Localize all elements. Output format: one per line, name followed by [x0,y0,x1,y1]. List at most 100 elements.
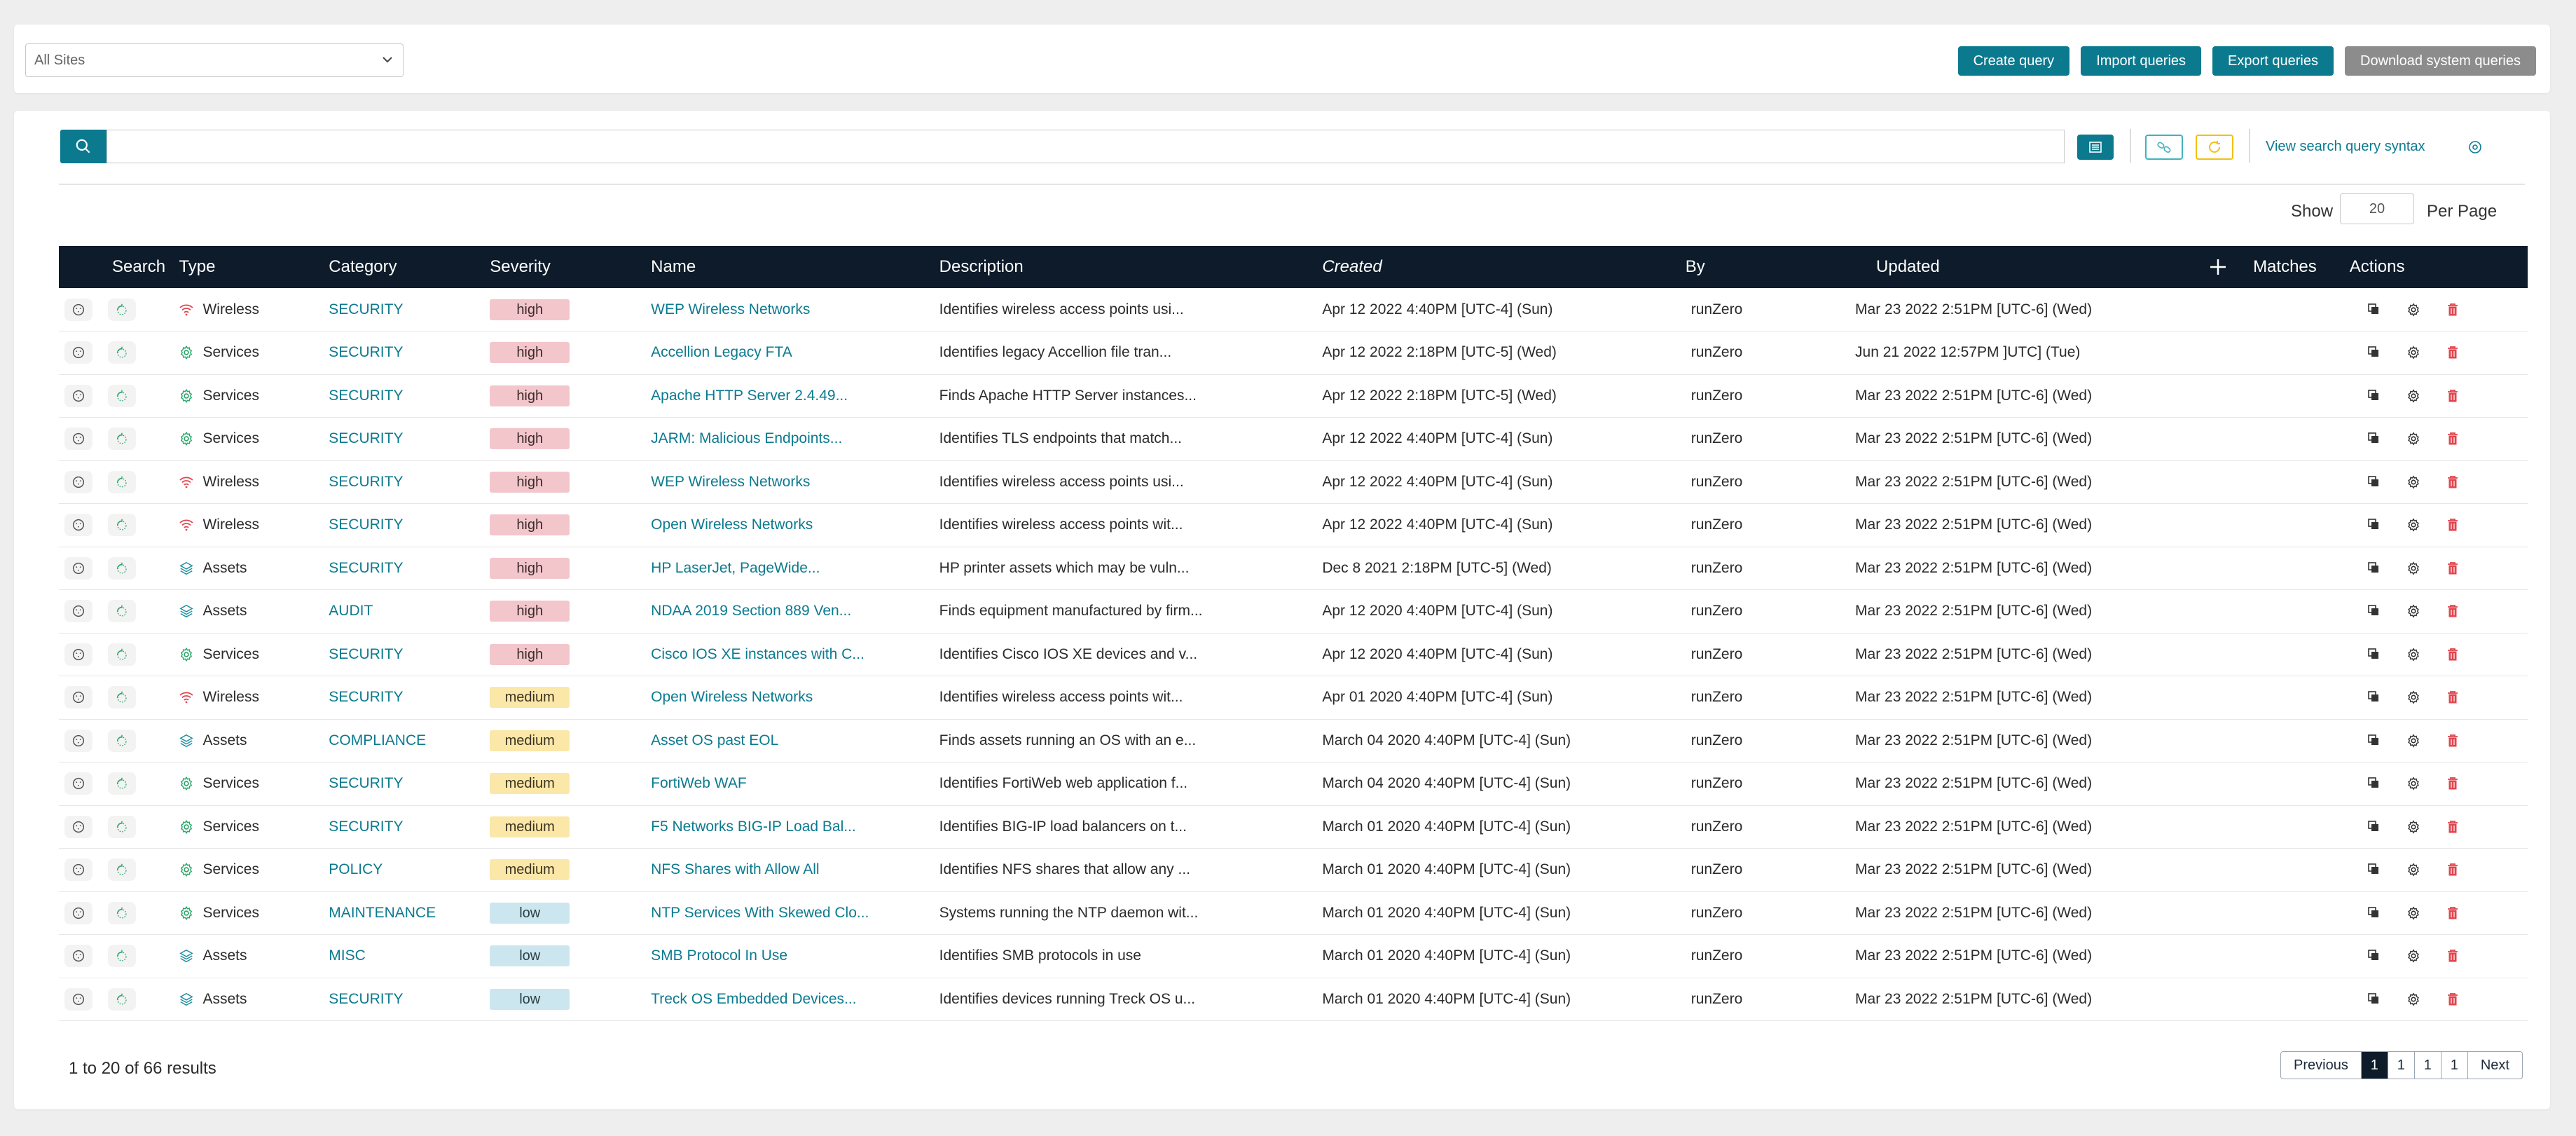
delete-icon[interactable] [2446,905,2459,921]
category-link[interactable]: SECURITY [329,689,403,705]
table-row[interactable]: Wireless SECURITY high Open Wireless Networ… [59,504,2528,547]
category-link[interactable]: SECURITY [329,560,403,576]
query-name-link[interactable]: Apache HTTP Server 2.4.49... [651,388,848,404]
per-page-input[interactable] [2340,193,2414,224]
table-row[interactable]: Wireless SECURITY high WEP Wireless Network… [59,460,2528,504]
alert-icon[interactable] [108,556,136,580]
copy-icon[interactable] [2367,948,2381,964]
query-name-link[interactable]: NDAA 2019 Section 889 Ven... [651,603,851,619]
page-button[interactable]: 1 [2415,1052,2441,1079]
category-link[interactable]: SECURITY [329,516,403,533]
category-link[interactable]: POLICY [329,861,383,877]
next-page-button[interactable]: Next [2468,1052,2522,1079]
delete-icon[interactable] [2446,948,2459,964]
query-name-link[interactable]: HP LaserJet, PageWide... [651,560,820,576]
copy-icon[interactable] [2367,862,2381,877]
settings-icon[interactable] [2406,905,2421,921]
query-name-link[interactable]: WEP Wireless Networks [651,301,810,317]
query-name-link[interactable]: Treck OS Embedded Devices... [651,991,856,1007]
alert-icon[interactable] [108,341,136,364]
copy-icon[interactable] [2367,603,2381,619]
table-row[interactable]: Wireless SECURITY medium Open Wireless Netw… [59,676,2528,719]
table-row[interactable]: Assets SECURITY low Treck OS Embedded Devic… [59,978,2528,1021]
run-search-icon[interactable] [64,858,92,882]
category-link[interactable]: AUDIT [329,603,373,619]
alert-icon[interactable] [108,384,136,407]
column-header-by[interactable]: By [1686,246,1876,288]
column-header-name[interactable]: Name [651,246,939,288]
settings-icon[interactable] [2406,948,2421,964]
table-row[interactable]: Wireless SECURITY high WEP Wireless Network… [59,288,2528,331]
delete-icon[interactable] [2446,388,2459,404]
category-link[interactable]: SECURITY [329,819,403,835]
copy-icon[interactable] [2367,733,2381,748]
run-search-icon[interactable] [64,945,92,968]
alert-icon[interactable] [108,643,136,666]
copy-icon[interactable] [2367,474,2381,490]
copy-icon[interactable] [2367,388,2381,404]
settings-icon[interactable] [2406,517,2421,533]
delete-icon[interactable] [2446,345,2459,360]
delete-icon[interactable] [2446,733,2459,748]
copy-icon[interactable] [2367,647,2381,662]
copy-icon[interactable] [2367,517,2381,533]
query-name-link[interactable]: Accellion Legacy FTA [651,344,792,360]
run-search-icon[interactable] [64,600,92,623]
plus-icon[interactable] [2208,257,2228,277]
eye-icon[interactable] [2467,139,2484,156]
settings-icon[interactable] [2406,388,2421,404]
delete-icon[interactable] [2446,517,2459,533]
table-row[interactable]: Services SECURITY high JARM: Malicious Endp… [59,418,2528,460]
delete-icon[interactable] [2446,302,2459,317]
view-syntax-link[interactable]: View search query syntax [2266,139,2425,155]
settings-icon[interactable] [2406,819,2421,835]
category-link[interactable]: SECURITY [329,388,403,404]
delete-icon[interactable] [2446,992,2459,1007]
run-search-icon[interactable] [64,341,92,364]
run-search-icon[interactable] [64,729,92,752]
copy-icon[interactable] [2367,905,2381,921]
query-name-link[interactable]: F5 Networks BIG-IP Load Bal... [651,819,856,835]
run-search-icon[interactable] [64,427,92,451]
import-queries-button[interactable]: Import queries [2081,46,2202,76]
run-search-icon[interactable] [64,298,92,321]
alert-icon[interactable] [108,600,136,623]
settings-icon[interactable] [2406,561,2421,576]
table-row[interactable]: Assets SECURITY high HP LaserJet, PageWide.… [59,547,2528,590]
column-header-search[interactable]: Search [59,246,179,288]
copy-icon[interactable] [2367,431,2381,446]
query-name-link[interactable]: NFS Shares with Allow All [651,861,819,877]
alert-icon[interactable] [108,772,136,795]
run-search-icon[interactable] [64,987,92,1011]
category-link[interactable]: SECURITY [329,646,403,662]
site-select[interactable]: All Sites [25,43,404,77]
create-query-button[interactable]: Create query [1957,46,2070,76]
run-search-icon[interactable] [64,901,92,924]
settings-icon[interactable] [2406,776,2421,791]
alert-icon[interactable] [108,427,136,451]
alert-icon[interactable] [108,729,136,752]
settings-icon[interactable] [2406,647,2421,662]
copy-icon[interactable] [2367,345,2381,360]
delete-icon[interactable] [2446,431,2459,446]
export-queries-button[interactable]: Export queries [2212,46,2334,76]
query-name-link[interactable]: Open Wireless Networks [651,689,813,705]
delete-icon[interactable] [2446,561,2459,576]
run-search-icon[interactable] [64,514,92,537]
category-link[interactable]: SECURITY [329,775,403,791]
category-link[interactable]: SECURITY [329,991,403,1007]
page-button[interactable]: 1 [2441,1052,2468,1079]
page-button[interactable]: 1 [2361,1052,2388,1079]
copy-icon[interactable] [2367,776,2381,791]
settings-icon[interactable] [2406,603,2421,619]
query-name-link[interactable]: Cisco IOS XE instances with C... [651,646,865,662]
alert-icon[interactable] [108,945,136,968]
query-name-link[interactable]: JARM: Malicious Endpoints... [651,430,842,446]
run-search-icon[interactable] [64,815,92,838]
table-row[interactable]: Services SECURITY high Cisco IOS XE instanc… [59,633,2528,676]
delete-icon[interactable] [2446,474,2459,490]
copy-icon[interactable] [2367,302,2381,317]
alert-icon[interactable] [108,987,136,1011]
table-row[interactable]: Assets COMPLIANCE medium Asset OS past EOL F… [59,719,2528,762]
category-link[interactable]: SECURITY [329,301,403,317]
